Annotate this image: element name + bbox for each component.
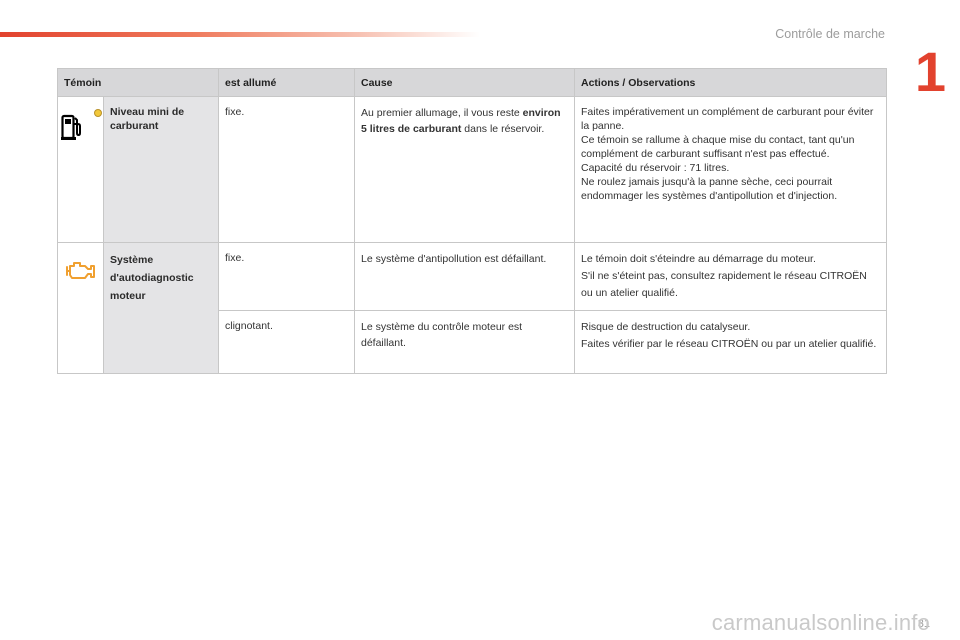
table-row-diag-fixed: Système d'autodiagnostic moteur fixe. Le… xyxy=(57,242,887,374)
watermark: carmanualsonline.info xyxy=(711,610,930,635)
column-header-temoin: Témoin xyxy=(57,68,219,97)
fuel-icon-cell xyxy=(57,96,104,243)
column-header-est-allume: est allumé xyxy=(218,68,355,97)
engine-icon-cell xyxy=(57,242,104,374)
column-header-cause: Cause xyxy=(354,68,575,97)
diag-state-blinking: clignotant. xyxy=(218,310,355,374)
table-row-fuel: Niveau mini de carburant fixe. Au premie… xyxy=(57,96,887,243)
diag-indicator-name: Système d'autodiagnostic moteur xyxy=(103,242,219,374)
fuel-actions: Faites impérativement un complément de c… xyxy=(574,96,887,243)
fuel-pump-icon xyxy=(61,114,81,140)
diag-cause-blinking: Le système du contrôle moteur est défail… xyxy=(354,310,575,374)
fuel-cause-text-end: dans le réservoir. xyxy=(461,123,545,135)
indicator-table: Témoin est allumé Cause Actions / Observ… xyxy=(57,68,887,374)
chapter-number: 1 xyxy=(914,40,946,103)
engine-icon xyxy=(66,262,95,279)
diag-actions-blinking: Risque de destruction du catalyseur. Fai… xyxy=(574,310,887,374)
table-header-row: Témoin est allumé Cause Actions / Observ… xyxy=(57,68,887,97)
fuel-state: fixe. xyxy=(218,96,355,243)
indicator-led-dot xyxy=(94,109,102,117)
chapter-title: Contrôle de marche xyxy=(775,27,885,41)
diag-actions-fixed: Le témoin doit s'éteindre au démarrage d… xyxy=(574,242,887,311)
diag-state-fixed: fixe. xyxy=(218,242,355,311)
fuel-indicator-name: Niveau mini de carburant xyxy=(103,96,219,243)
diag-cause-fixed: Le système d'antipollution est défaillan… xyxy=(354,242,575,311)
fuel-cause-text: Au premier allumage, il vous reste xyxy=(361,107,523,119)
column-header-actions: Actions / Observations xyxy=(574,68,887,97)
fuel-cause: Au premier allumage, il vous reste envir… xyxy=(354,96,575,243)
chapter-accent-bar xyxy=(0,32,480,37)
